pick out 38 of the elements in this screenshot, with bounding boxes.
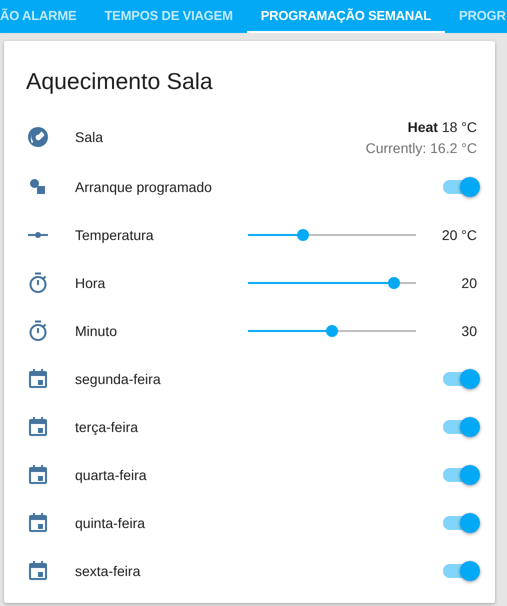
toggle-switch[interactable] <box>443 372 477 386</box>
current-temperature: Currently: 16.2 °C <box>366 140 477 156</box>
entity-name: Hora <box>75 275 106 291</box>
entity-name: Temperatura <box>75 227 155 243</box>
entity-name: quarta-feira <box>75 467 148 483</box>
toggle-switch[interactable] <box>443 420 477 434</box>
toggle-switch[interactable] <box>443 180 477 194</box>
calendar-icon <box>26 415 50 439</box>
entity-name: Sala <box>75 129 104 145</box>
calendar-icon <box>26 511 50 535</box>
calendar-icon <box>26 463 50 487</box>
entity-name: sexta-feira <box>75 563 142 579</box>
tab[interactable]: PROGR <box>444 0 507 33</box>
entity-name: Minuto <box>75 323 118 339</box>
calendar-icon <box>26 559 50 583</box>
tab[interactable]: TEMPOS DE VIAGEM <box>90 0 247 33</box>
slider-value: 20 <box>460 275 477 291</box>
slider[interactable] <box>248 229 416 241</box>
toggle-switch[interactable] <box>443 564 477 578</box>
slider-thumb[interactable] <box>326 325 338 337</box>
slider-value: 20 °C <box>440 227 477 243</box>
entity-name: segunda-feira <box>75 371 162 387</box>
tab[interactable]: ÃO ALARME <box>0 0 90 33</box>
climate-state: Heat 18 °C <box>408 118 477 134</box>
slider-value: 30 <box>460 323 477 339</box>
tab[interactable]: PROGRAMAÇÃO SEMANAL <box>246 0 445 33</box>
thermostat-dial-icon <box>26 125 50 149</box>
toggle-switch[interactable] <box>443 516 477 530</box>
calendar-icon <box>26 367 50 391</box>
card-title: Aquecimento Sala <box>26 67 214 96</box>
toggle-switch[interactable] <box>443 468 477 482</box>
slider-thumb[interactable] <box>297 229 310 241</box>
entity-name: quinta-feira <box>75 515 146 531</box>
slider-thumb[interactable] <box>388 277 400 289</box>
slider[interactable] <box>248 277 416 289</box>
entity-name: Arranque programado <box>75 179 213 195</box>
entity-name: terça-feira <box>75 419 140 435</box>
slider[interactable] <box>248 325 416 337</box>
